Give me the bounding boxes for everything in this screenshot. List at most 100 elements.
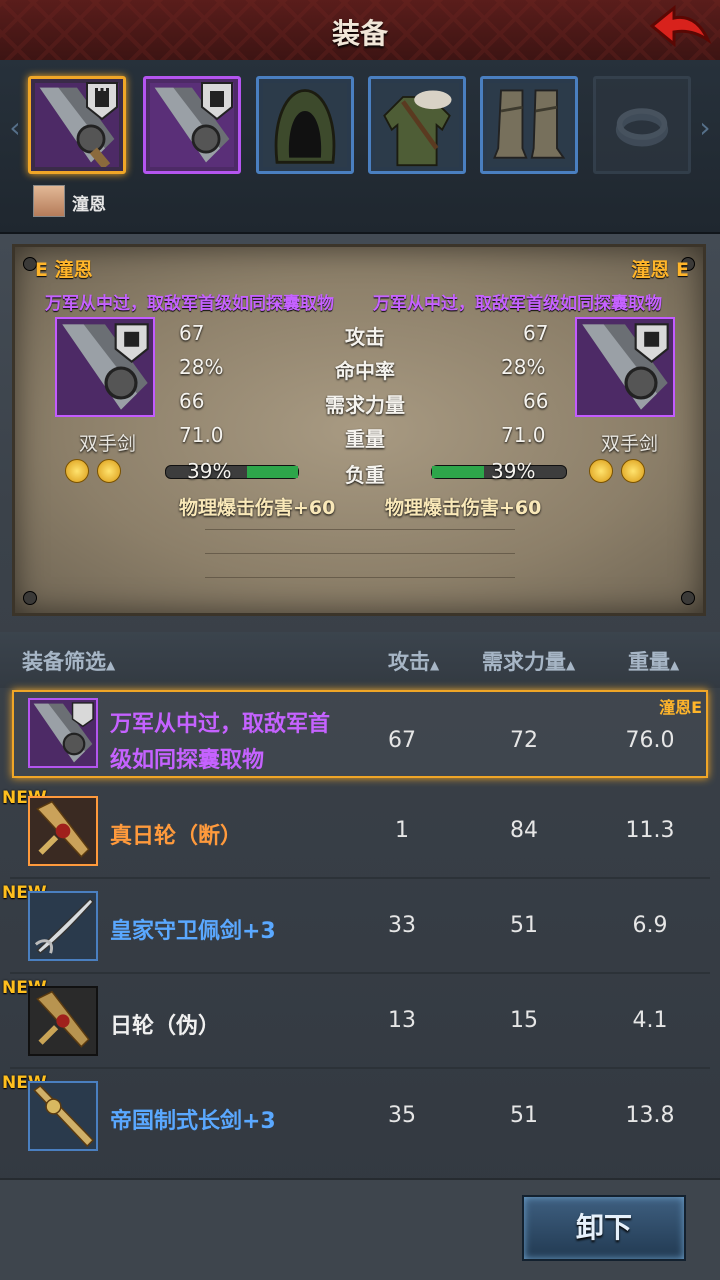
skill-gem-icon xyxy=(621,459,645,483)
sort-strength[interactable]: 需求力量▲ xyxy=(482,646,575,676)
equipment-slots-bar: ‹ › 潼恩 xyxy=(0,60,720,234)
left-load-fill xyxy=(246,466,298,478)
saber-icon xyxy=(34,897,95,955)
skill-gem-icon xyxy=(97,459,121,483)
right-item-description: 万军从中过，取敌军首级如同探囊取物 xyxy=(373,294,662,314)
strength-header-label: 需求力量 xyxy=(482,650,566,674)
list-item-equipped[interactable]: 万军从中过，取敌军首 级如同探囊取物 67 72 76.0 潼恩E xyxy=(0,690,720,782)
list-header: 装备筛选▲ 攻击▲ 需求力量▲ 重量▲ xyxy=(0,632,720,688)
sword-icon xyxy=(36,990,90,1048)
sort-caret-icon: ▲ xyxy=(430,658,440,672)
right-accuracy: 28% xyxy=(501,355,546,379)
sword-icon xyxy=(36,800,90,858)
item-weight: 4.1 xyxy=(632,1008,668,1033)
left-owner-name: E 潼恩 xyxy=(35,259,93,281)
equipped-tag: 潼恩E xyxy=(659,698,702,717)
label-strength-req: 需求力量 xyxy=(325,393,405,417)
left-strength-req: 66 xyxy=(179,389,205,413)
right-load-value: 39% xyxy=(491,459,536,483)
tunic-icon xyxy=(375,83,459,167)
label-attack: 攻击 xyxy=(345,325,385,349)
slot-helmet[interactable] xyxy=(256,76,354,174)
item-thumbnail xyxy=(28,796,98,866)
tower-shield-icon xyxy=(86,82,118,121)
skill-gem-icon xyxy=(65,459,89,483)
slot-off-weapon[interactable] xyxy=(143,76,241,174)
right-item-image xyxy=(575,317,675,417)
filter-label: 装备筛选 xyxy=(22,650,106,674)
greatsword-icon xyxy=(62,323,149,410)
item-thumbnail xyxy=(28,891,98,961)
list-item[interactable]: NEW 帝国制式长剑+3 35 51 13.8 xyxy=(0,1069,720,1164)
slot-ring-empty[interactable] xyxy=(593,76,691,174)
sort-attack[interactable]: 攻击▲ xyxy=(388,646,439,676)
right-load-fill xyxy=(432,466,485,478)
item-weight: 76.0 xyxy=(625,728,675,753)
left-attack: 67 xyxy=(179,321,205,345)
unequip-button[interactable]: 卸下 xyxy=(522,1195,686,1261)
left-item-image xyxy=(55,317,155,417)
slot-main-weapon[interactable] xyxy=(28,76,126,174)
item-name-line1: 万军从中过，取敌军首 xyxy=(110,712,331,737)
sort-caret-icon: ▲ xyxy=(106,658,116,672)
label-load: 负重 xyxy=(345,463,385,487)
right-owner-name: 潼恩 E xyxy=(631,259,689,281)
item-name: 皇家守卫佩剑+3 xyxy=(110,919,276,944)
left-arrow-icon[interactable]: ‹ xyxy=(4,110,26,146)
item-strength: 84 xyxy=(510,818,538,843)
right-attack: 67 xyxy=(523,321,549,345)
sort-caret-icon: ▲ xyxy=(670,658,680,672)
item-strength: 51 xyxy=(510,1103,538,1128)
item-strength: 51 xyxy=(510,913,538,938)
attack-header-label: 攻击 xyxy=(388,650,430,674)
item-name: 真日轮（断） xyxy=(110,824,243,849)
sort-caret-icon: ▲ xyxy=(566,658,576,672)
slot-boots[interactable] xyxy=(480,76,578,174)
weight-header-label: 重量 xyxy=(628,650,670,674)
item-thumbnail xyxy=(28,1081,98,1151)
ring-icon xyxy=(615,108,669,147)
divider xyxy=(205,529,515,530)
label-weight: 重量 xyxy=(345,427,385,451)
right-weight: 71.0 xyxy=(501,423,546,447)
right-bonus: 物理爆击伤害+60 xyxy=(385,497,542,519)
item-name: 日轮（伪） xyxy=(110,1014,221,1039)
slot-armor[interactable] xyxy=(368,76,466,174)
sort-weight[interactable]: 重量▲ xyxy=(628,646,679,676)
item-attack: 33 xyxy=(388,913,416,938)
item-name: 帝国制式长剑+3 xyxy=(110,1109,276,1134)
divider xyxy=(205,553,515,554)
item-weight: 6.9 xyxy=(632,913,668,938)
item-attack: 67 xyxy=(388,728,416,753)
greatsword-icon xyxy=(582,323,669,410)
tower-shield-icon xyxy=(201,82,233,121)
item-attack: 1 xyxy=(395,818,409,843)
left-weapon-type: 双手剑 xyxy=(79,433,137,455)
back-arrow-icon[interactable] xyxy=(648,4,712,54)
item-name-line2: 级如同探囊取物 xyxy=(110,748,265,773)
item-attack: 35 xyxy=(388,1103,416,1128)
item-strength: 15 xyxy=(510,1008,538,1033)
item-weight: 11.3 xyxy=(625,818,675,843)
left-item-description: 万军从中过，取敌军首级如同探囊取物 xyxy=(45,294,334,314)
left-load-value: 39% xyxy=(187,459,232,483)
right-arrow-icon[interactable]: › xyxy=(694,110,716,146)
item-thumbnail xyxy=(28,698,98,768)
sort-filter[interactable]: 装备筛选▲ xyxy=(22,646,115,676)
compare-panel: E 潼恩 潼恩 E 万军从中过，取敌军首级如同探囊取物 万军从中过，取敌军首级如… xyxy=(12,244,706,616)
page-title: 装备 xyxy=(331,17,388,50)
left-accuracy: 28% xyxy=(179,355,224,379)
item-strength: 72 xyxy=(510,728,538,753)
list-item[interactable]: NEW 真日轮（断） 1 84 11.3 xyxy=(0,784,720,879)
right-strength-req: 66 xyxy=(523,389,549,413)
item-attack: 13 xyxy=(388,1008,416,1033)
top-header: 装备 xyxy=(0,0,720,62)
list-item[interactable]: NEW 皇家守卫佩剑+3 33 51 6.9 xyxy=(0,879,720,974)
left-bonus: 物理爆击伤害+60 xyxy=(179,497,336,519)
list-item[interactable]: NEW 日轮（伪） 13 15 4.1 xyxy=(0,974,720,1069)
hood-icon xyxy=(263,83,347,167)
right-weapon-type: 双手剑 xyxy=(601,433,659,455)
divider xyxy=(205,577,515,578)
item-thumbnail xyxy=(28,986,98,1056)
character-name: 潼恩 xyxy=(72,195,106,215)
